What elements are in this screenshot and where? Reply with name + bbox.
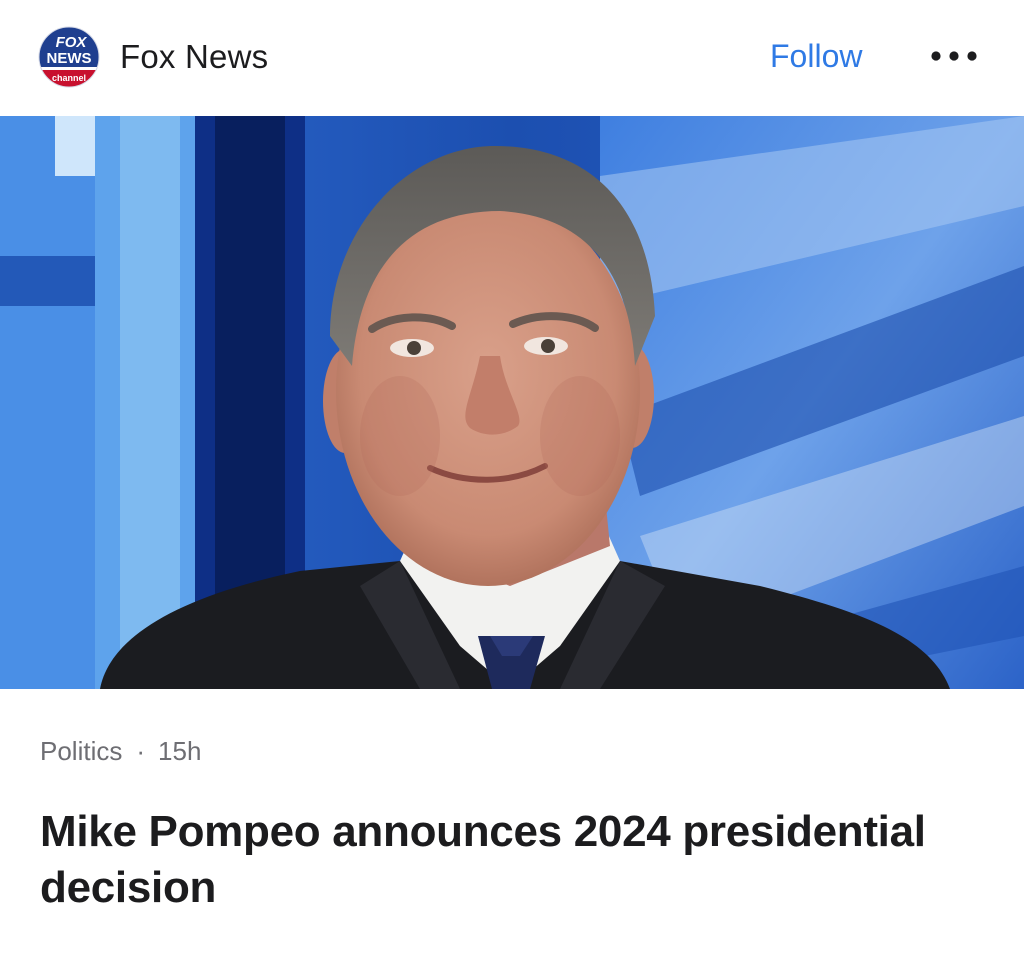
svg-text:NEWS: NEWS bbox=[47, 50, 92, 67]
svg-text:FOX: FOX bbox=[56, 34, 88, 51]
article-meta: Politics · 15h bbox=[40, 734, 201, 768]
svg-text:channel: channel bbox=[52, 73, 86, 83]
hero-photo bbox=[0, 116, 1024, 689]
follow-button[interactable]: Follow bbox=[770, 36, 862, 76]
category-label[interactable]: Politics bbox=[40, 736, 122, 766]
meta-separator: · bbox=[136, 736, 146, 766]
ellipsis-icon[interactable] bbox=[928, 44, 980, 68]
article-header: FOX NEWS channel Fox News Follow bbox=[0, 0, 1024, 116]
article-hero-image[interactable] bbox=[0, 116, 1024, 689]
fox-news-logo[interactable]: FOX NEWS channel bbox=[38, 26, 100, 88]
article-headline[interactable]: Mike Pompeo announces 2024 presidential … bbox=[40, 804, 940, 916]
timestamp: 15h bbox=[158, 736, 202, 766]
source-name[interactable]: Fox News bbox=[120, 38, 268, 76]
